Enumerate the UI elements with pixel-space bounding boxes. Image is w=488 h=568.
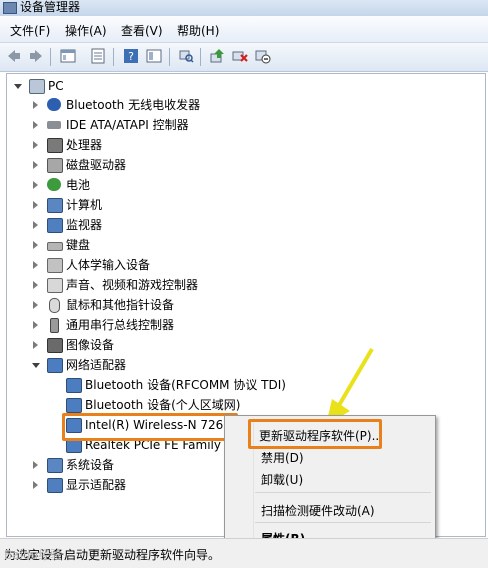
collapse-arrow-icon[interactable] xyxy=(14,84,22,89)
disk-drive-icon xyxy=(47,158,63,173)
expand-arrow-icon[interactable] xyxy=(33,181,38,189)
device-manager-icon xyxy=(3,2,17,14)
system-device-icon xyxy=(47,458,63,473)
battery-icon xyxy=(47,178,61,191)
network-adapter-icon xyxy=(66,398,82,413)
menu-help[interactable]: 帮助(H) xyxy=(177,22,219,39)
expand-arrow-icon[interactable] xyxy=(33,461,38,469)
expand-arrow-icon[interactable] xyxy=(33,281,38,289)
expand-arrow-icon[interactable] xyxy=(33,301,38,309)
status-bar: 为选定设备启动更新驱动程序软件向导。 Baidu经验 xyxy=(0,538,488,568)
properties-icon[interactable] xyxy=(90,48,106,64)
forward-icon[interactable] xyxy=(28,48,44,64)
network-adapter-icon xyxy=(66,378,82,393)
expand-arrow-icon[interactable] xyxy=(33,241,38,249)
menu-action[interactable]: 操作(A) xyxy=(65,22,107,39)
update-driver-icon[interactable] xyxy=(209,48,225,64)
title-bar: 设备管理器 xyxy=(0,0,488,16)
display-adapter-icon xyxy=(47,478,63,493)
menu-file[interactable]: 文件(F) xyxy=(10,22,50,39)
speaker-icon xyxy=(47,278,63,293)
expand-arrow-icon[interactable] xyxy=(33,321,38,329)
hid-icon xyxy=(47,258,63,273)
bluetooth-icon xyxy=(47,98,61,111)
svg-text:?: ? xyxy=(128,50,134,63)
menu-item-disable[interactable]: 禁用(D) xyxy=(261,449,304,466)
help-icon[interactable]: ? xyxy=(123,48,139,64)
disable-device-icon[interactable] xyxy=(255,48,271,64)
expand-arrow-icon[interactable] xyxy=(33,481,38,489)
collapse-arrow-icon[interactable] xyxy=(32,363,40,368)
window-title: 设备管理器 xyxy=(20,0,81,14)
expand-arrow-icon[interactable] xyxy=(33,121,38,129)
scan-hardware-icon[interactable] xyxy=(178,48,194,64)
toolbar: ? xyxy=(0,43,488,72)
processor-icon xyxy=(47,138,63,153)
expand-arrow-icon[interactable] xyxy=(33,201,38,209)
menu-bar: 文件(F) 操作(A) 查看(V) 帮助(H) xyxy=(0,16,488,43)
menu-item-scan-hardware[interactable]: 扫描检测硬件改动(A) xyxy=(261,502,375,519)
usb-icon xyxy=(50,318,59,333)
computer-icon xyxy=(29,79,45,94)
expand-arrow-icon[interactable] xyxy=(33,141,38,149)
ide-controller-icon xyxy=(47,121,61,129)
monitor-icon xyxy=(47,218,63,233)
network-adapter-icon xyxy=(47,358,63,373)
menu-highlight-box xyxy=(248,419,382,449)
computer-icon xyxy=(47,198,63,213)
keyboard-icon xyxy=(47,242,63,251)
expand-arrow-icon[interactable] xyxy=(33,101,38,109)
expand-arrow-icon[interactable] xyxy=(33,161,38,169)
menu-item-uninstall[interactable]: 卸载(U) xyxy=(261,471,303,488)
device-highlight-box xyxy=(62,413,238,441)
uninstall-icon[interactable] xyxy=(232,48,248,64)
expand-arrow-icon[interactable] xyxy=(33,341,38,349)
expand-arrow-icon[interactable] xyxy=(33,261,38,269)
view-icon[interactable] xyxy=(146,48,162,64)
watermark: Baidu经验 xyxy=(4,548,63,562)
back-icon[interactable] xyxy=(6,48,22,64)
camera-icon xyxy=(47,338,63,353)
expand-arrow-icon[interactable] xyxy=(33,221,38,229)
show-hide-console-tree-icon[interactable] xyxy=(60,48,76,64)
mouse-icon xyxy=(49,298,60,313)
menu-view[interactable]: 查看(V) xyxy=(121,22,163,39)
